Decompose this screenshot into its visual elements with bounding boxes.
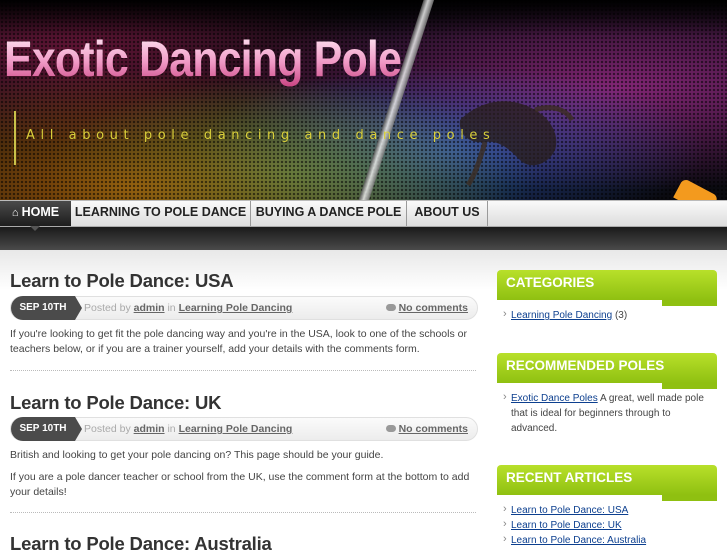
site-tagline: All about pole dancing and dance poles — [26, 128, 496, 143]
comments-area: No comments — [385, 423, 468, 435]
posted-by-label: Posted by — [84, 423, 131, 435]
nav-item-learning-to-pole-dance[interactable]: LEARNING TO POLE DANCE — [71, 201, 251, 226]
category-link[interactable]: Learning Pole Dancing — [511, 310, 612, 321]
posted-by-label: Posted by — [84, 302, 131, 314]
recommended-list: Exotic Dance Poles A great, well made po… — [503, 390, 715, 436]
categories-list: Learning Pole Dancing (3) — [503, 307, 715, 323]
nav-shadow-band — [0, 227, 727, 250]
post-meta-bar: SEP 10TH Posted by admin in Learning Pol… — [10, 296, 478, 320]
post-usa: Learn to Pole Dance: USA — [10, 270, 478, 292]
in-label: in — [167, 302, 176, 314]
recent-article-link[interactable]: Learn to Pole Dance: Australia — [511, 535, 646, 546]
list-item: Learn to Pole Dance: UK — [503, 517, 715, 533]
in-label: in — [167, 423, 176, 435]
comment-bubble-icon — [385, 304, 396, 311]
post-meta: Posted by admin in Learning Pole Dancing — [84, 302, 292, 314]
nav-item-label: LEARNING TO POLE DANCE — [74, 205, 247, 219]
home-icon: ⌂ — [11, 207, 19, 219]
category-link[interactable]: Learning Pole Dancing — [179, 302, 293, 314]
comments-link[interactable]: No comments — [399, 423, 468, 435]
date-badge: SEP 10TH — [11, 296, 82, 320]
nav-item-about-us[interactable]: ABOUT US — [407, 201, 488, 226]
list-item: Learn to Pole Dance: USA — [503, 502, 715, 518]
recent-articles-list: Learn to Pole Dance: USA Learn to Pole D… — [503, 502, 715, 548]
category-count: (3) — [614, 310, 628, 321]
post-meta-bar: SEP 10TH Posted by admin in Learning Pol… — [10, 417, 478, 441]
post-excerpt: British and looking to get your pole dan… — [10, 449, 384, 461]
tagline-divider — [14, 111, 16, 165]
nav-item-label: HOME — [21, 205, 60, 219]
date-badge: SEP 10TH — [11, 417, 82, 441]
post-separator — [10, 370, 476, 371]
author-link[interactable]: admin — [134, 423, 165, 435]
nav-item-home[interactable]: ⌂ HOME — [0, 201, 71, 226]
nav-item-label: BUYING A DANCE POLE — [255, 205, 402, 219]
category-link[interactable]: Learning Pole Dancing — [179, 423, 293, 435]
categories-widget-title: CATEGORIES — [497, 270, 717, 306]
post-excerpt: If you are a pole dancer teacher or scho… — [10, 471, 470, 498]
recent-articles-widget-title: RECENT ARTICLES — [497, 465, 717, 501]
recommended-widget-title: RECOMMENDED POLES — [497, 353, 717, 389]
post-title[interactable]: Learn to Pole Dance: Australia — [10, 533, 478, 555]
main-navigation: ⌂ HOME LEARNING TO POLE DANCE BUYING A DA… — [0, 200, 727, 227]
post-separator — [10, 512, 476, 513]
post-meta: Posted by admin in Learning Pole Dancing — [84, 423, 292, 435]
nav-item-label: ABOUT US — [414, 205, 480, 219]
comments-link[interactable]: No comments — [399, 302, 468, 314]
list-item: Learning Pole Dancing (3) — [503, 307, 715, 323]
post-excerpt: If you're looking to get fit the pole da… — [10, 328, 467, 355]
post-title[interactable]: Learn to Pole Dance: USA — [10, 270, 478, 292]
post-australia: Learn to Pole Dance: Australia — [10, 533, 478, 555]
recommended-pole-link[interactable]: Exotic Dance Poles — [511, 393, 598, 404]
active-nav-indicator — [30, 226, 40, 231]
author-link[interactable]: admin — [134, 302, 165, 314]
post-title[interactable]: Learn to Pole Dance: UK — [10, 392, 478, 414]
list-item: Exotic Dance Poles A great, well made po… — [503, 390, 715, 436]
list-item: Learn to Pole Dance: Australia — [503, 532, 715, 548]
nav-item-buying-a-dance-pole[interactable]: BUYING A DANCE POLE — [251, 201, 407, 226]
recent-article-link[interactable]: Learn to Pole Dance: USA — [511, 505, 628, 516]
recent-article-link[interactable]: Learn to Pole Dance: UK — [511, 520, 622, 531]
post-uk: Learn to Pole Dance: UK — [10, 392, 478, 414]
comments-area: No comments — [385, 302, 468, 314]
site-title[interactable]: Exotic Dancing Pole — [4, 30, 402, 88]
comment-bubble-icon — [385, 425, 396, 432]
